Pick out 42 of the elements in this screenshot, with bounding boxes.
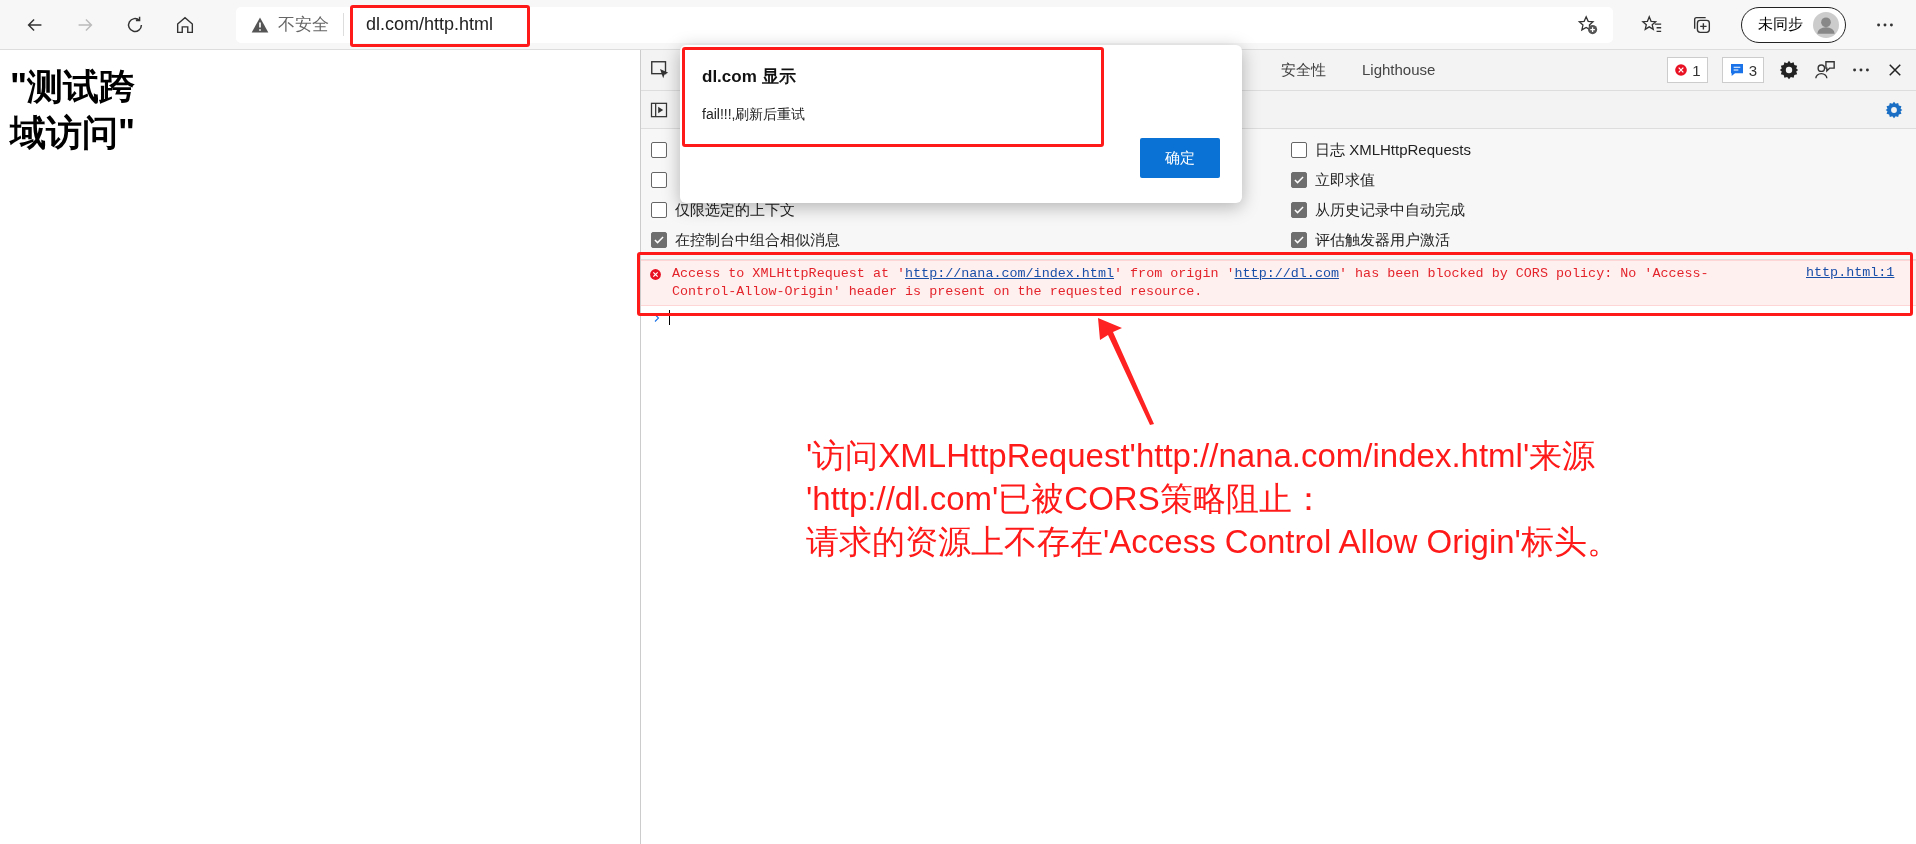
feedback-icon[interactable] <box>1814 59 1836 81</box>
checkbox-label[interactable]: 在控制台中组合相似消息 <box>675 230 840 250</box>
message-count-badge[interactable]: 3 <box>1721 57 1764 83</box>
url-link[interactable]: http://dl.com <box>1234 266 1339 281</box>
security-label[interactable]: 不安全 <box>278 13 329 36</box>
ok-button[interactable]: 确定 <box>1140 138 1220 178</box>
avatar-icon <box>1813 11 1839 38</box>
error-count-badge[interactable]: 1 <box>1667 57 1708 83</box>
url-text[interactable]: dl.com/http.html <box>366 14 494 35</box>
checkbox[interactable] <box>1291 232 1307 248</box>
checkbox-label[interactable]: 评估触发器用户激活 <box>1315 230 1450 250</box>
star-add-icon[interactable] <box>1577 13 1599 36</box>
error-message: Access to XMLHttpRequest at 'http://nana.com/index.html' from origin 'http://dl.com' has been blocked by CORS policy: No 'Access-Control-Allow-Origin' header is present on the requested resource. <box>672 265 1710 301</box>
checkbox-label[interactable]: 从历史记录中自动完成 <box>1315 200 1465 220</box>
devtools-tab[interactable]: Lighthouse <box>1346 50 1452 90</box>
checkbox-label[interactable]: 立即求值 <box>1315 170 1375 190</box>
close-icon[interactable] <box>1886 61 1904 79</box>
source-link[interactable]: http.html:1 <box>1806 265 1895 280</box>
checkbox[interactable] <box>651 232 667 248</box>
message-icon <box>1728 62 1745 78</box>
checkbox[interactable] <box>1291 142 1307 158</box>
checkbox[interactable] <box>651 172 667 188</box>
checkbox[interactable] <box>651 202 667 218</box>
error-icon <box>1674 63 1689 77</box>
url-link[interactable]: http://nana.com/index.html <box>905 266 1114 281</box>
devtools-tab[interactable]: 安全性 <box>1265 50 1342 90</box>
checkbox-label[interactable]: 仅限选定的上下文 <box>675 200 795 220</box>
settings-icon[interactable] <box>1778 59 1800 81</box>
annotation-text: '访问XMLHttpRequest'http://nana.com/index.html'来源 <box>806 436 1597 476</box>
checkbox[interactable] <box>1291 172 1307 188</box>
annotation-text: 'http://dl.com'已被CORS策略阻止： <box>806 479 1326 519</box>
checkbox[interactable] <box>1291 202 1307 218</box>
dialog-title: dl.com 显示 <box>702 66 797 88</box>
checkbox-label[interactable]: 日志 XMLHttpRequests <box>1315 140 1471 160</box>
checkbox[interactable] <box>651 142 667 158</box>
page-heading: "测试跨域访问" <box>10 65 137 155</box>
text-cursor <box>669 310 670 325</box>
dialog-message: fail!!!,刷新后重试 <box>702 106 807 124</box>
address-bar[interactable]: 不安全 dl.com/http.html <box>236 6 1613 43</box>
profile-button[interactable]: 未同步 <box>1741 6 1846 43</box>
error-icon <box>649 268 662 281</box>
annotation-text: 请求的资源上不存在'Access Control Allow Origin'标头。 <box>806 522 1620 562</box>
